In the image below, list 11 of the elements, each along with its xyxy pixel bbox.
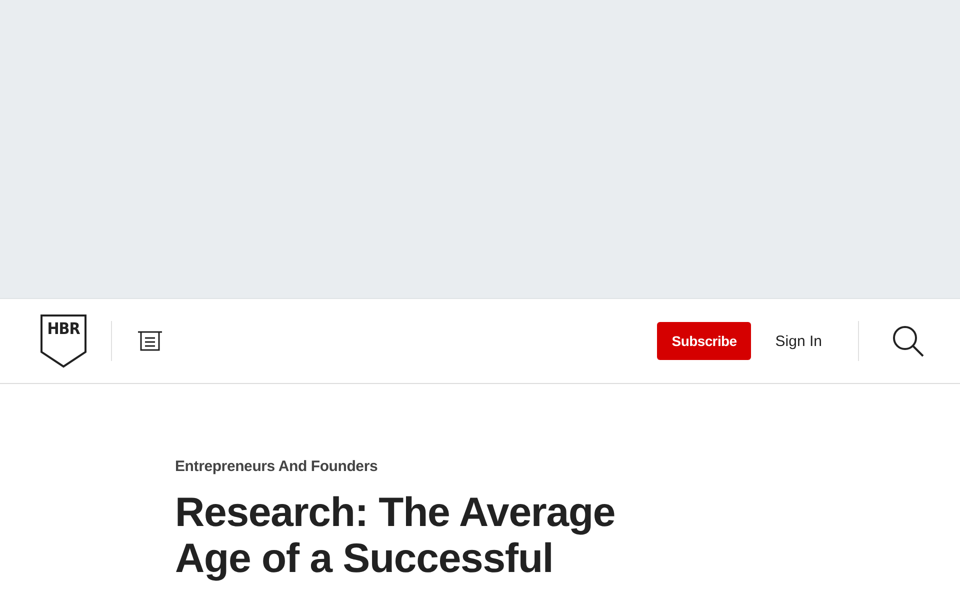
search-icon bbox=[892, 325, 924, 357]
article-title: Research: The Average Age of a Successful bbox=[175, 489, 616, 581]
sign-in-link[interactable]: Sign In bbox=[775, 332, 822, 350]
logo[interactable]: HBR bbox=[40, 314, 87, 368]
menu-button[interactable] bbox=[137, 330, 163, 352]
logo-text: HBR bbox=[46, 319, 81, 338]
search-button[interactable] bbox=[892, 325, 924, 357]
topic-link[interactable]: Entrepreneurs And Founders bbox=[175, 458, 960, 475]
subscribe-button[interactable]: Subscribe bbox=[657, 322, 752, 360]
menu-icon bbox=[137, 330, 163, 352]
shield-icon bbox=[40, 314, 87, 368]
